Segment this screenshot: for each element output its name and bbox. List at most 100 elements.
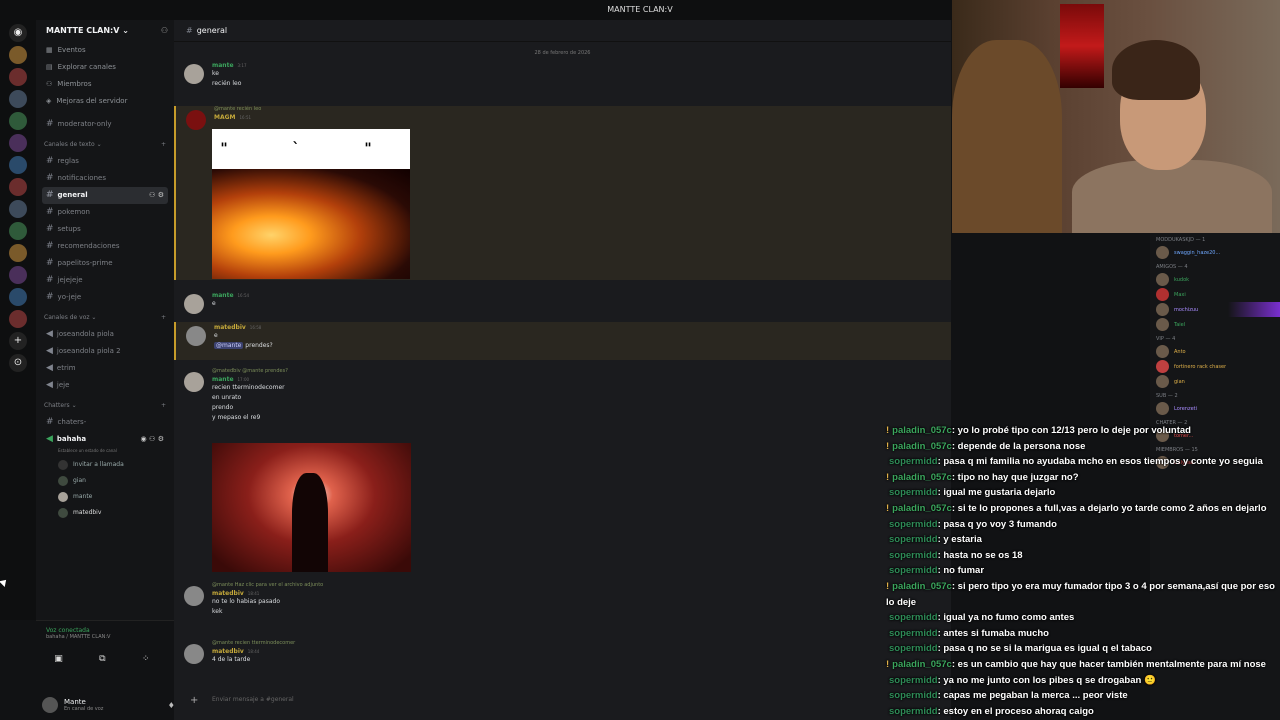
member-item[interactable]: mochizuu bbox=[1150, 302, 1280, 317]
image-attachment[interactable] bbox=[212, 443, 411, 572]
fire-image bbox=[212, 169, 410, 279]
attach-plus-icon[interactable]: + bbox=[190, 695, 198, 706]
member-item[interactable]: Taiel bbox=[1150, 317, 1280, 332]
invite-icon[interactable]: ⚇ bbox=[161, 20, 168, 42]
add-channel-icon[interactable]: + bbox=[161, 310, 166, 326]
voice-channel-etrim[interactable]: ◀ etrim bbox=[42, 360, 168, 377]
channel-yo-jeje[interactable]: # yo-jeje bbox=[42, 289, 168, 306]
channel-moderator-only[interactable]: # moderator-only bbox=[42, 116, 168, 133]
member-item[interactable]: Lorenzeti bbox=[1150, 401, 1280, 416]
user-mention[interactable]: @mante bbox=[214, 342, 244, 349]
message[interactable]: matedbiv 16:58 e @mante prendes? bbox=[174, 322, 951, 360]
screen-share-icon[interactable]: ⧉ bbox=[99, 654, 105, 664]
voice-channel-bahaha[interactable]: ◀ bahaha ◉ ⚇ ⚙ bbox=[42, 431, 168, 448]
message-author[interactable]: mante bbox=[212, 62, 234, 69]
message-input[interactable]: Enviar mensaje a #general bbox=[184, 688, 941, 712]
category-text[interactable]: Canales de texto ⌄ + bbox=[36, 137, 174, 153]
message-author[interactable]: mante bbox=[212, 292, 234, 299]
server-icon[interactable] bbox=[9, 156, 27, 174]
message[interactable]: mante 16:54 e bbox=[174, 290, 951, 314]
avatar bbox=[1156, 318, 1169, 331]
voice-user-gian[interactable]: gian bbox=[58, 473, 168, 489]
hash-icon: # bbox=[46, 119, 54, 129]
invite-to-call[interactable]: Invitar a llamada bbox=[58, 457, 168, 473]
message[interactable]: @matedbiv @mante prendes? mante 17:00 rec… bbox=[174, 368, 951, 423]
add-server-icon[interactable]: + bbox=[9, 332, 27, 350]
avatar[interactable] bbox=[186, 110, 206, 130]
member-item[interactable]: kudok bbox=[1150, 272, 1280, 287]
server-icon[interactable] bbox=[9, 90, 27, 108]
member-item[interactable]: gian bbox=[1150, 374, 1280, 389]
server-icon[interactable] bbox=[9, 112, 27, 130]
server-name-header[interactable]: MANTTE CLAN:V ⌄ ⚇ bbox=[36, 20, 174, 42]
sidebar-item-explorar[interactable]: ▤ Explorar canales bbox=[36, 59, 174, 76]
server-icon[interactable] bbox=[9, 244, 27, 262]
avatar[interactable] bbox=[184, 644, 204, 664]
chat-username: sopermidd bbox=[889, 518, 938, 530]
avatar[interactable] bbox=[184, 64, 204, 84]
sidebar-item-miembros[interactable]: ⚇ Miembros bbox=[36, 76, 174, 93]
server-icon[interactable] bbox=[9, 222, 27, 240]
voice-channel-settings-icon[interactable]: ◉ ⚇ ⚙ bbox=[140, 431, 164, 448]
avatar[interactable] bbox=[184, 294, 204, 314]
member-item[interactable]: fortinero rack chaser bbox=[1150, 359, 1280, 374]
message-author[interactable]: matedbiv bbox=[212, 590, 244, 597]
avatar bbox=[1156, 303, 1169, 316]
channel-recomendaciones[interactable]: # recomendaciones bbox=[42, 238, 168, 255]
message[interactable]: @mante Haz clic para ver el archivo adju… bbox=[174, 582, 951, 617]
avatar[interactable] bbox=[186, 326, 206, 346]
invite-icon bbox=[58, 460, 68, 470]
member-item[interactable]: swaggin_haze20... bbox=[1150, 245, 1280, 260]
chat-message-text: antes si fumaba mucho bbox=[943, 627, 1049, 639]
chat-message-text: pasa q no se si la marigua es igual q el… bbox=[943, 643, 1152, 655]
server-icon[interactable] bbox=[9, 178, 27, 196]
add-channel-icon[interactable]: + bbox=[161, 398, 166, 414]
channel-general[interactable]: # general ⚇ ⚙ bbox=[42, 187, 168, 204]
member-item[interactable]: Anto bbox=[1150, 344, 1280, 359]
voice-user-matedbiv[interactable]: matedbiv bbox=[58, 505, 168, 521]
server-icon[interactable] bbox=[9, 288, 27, 306]
message-author[interactable]: MAGM bbox=[214, 114, 236, 121]
message[interactable]: mante 3:17 ke recién leo bbox=[174, 60, 951, 89]
channel-papelitos-prime[interactable]: # papelitos-prime bbox=[42, 255, 168, 272]
message-author[interactable]: matedbiv bbox=[214, 324, 246, 331]
category-chatters[interactable]: Chatters ⌄ + bbox=[36, 398, 174, 414]
camera-icon[interactable]: ▣ bbox=[54, 654, 63, 664]
add-channel-icon[interactable]: + bbox=[161, 137, 166, 153]
message-author[interactable]: matedbiv bbox=[212, 648, 244, 655]
server-icon[interactable] bbox=[9, 46, 27, 64]
member-category: MODDUKASKJD — 1 bbox=[1156, 237, 1206, 243]
avatar[interactable] bbox=[184, 372, 204, 392]
category-voice[interactable]: Canales de voz ⌄ + bbox=[36, 310, 174, 326]
server-icon[interactable] bbox=[9, 200, 27, 218]
server-icon[interactable] bbox=[9, 134, 27, 152]
discord-home-icon[interactable]: ◉ bbox=[9, 24, 27, 42]
server-icon[interactable] bbox=[9, 266, 27, 284]
sidebar-item-eventos[interactable]: ▦ Eventos bbox=[36, 42, 174, 59]
message-author[interactable]: mante bbox=[212, 376, 234, 383]
discover-icon[interactable]: ⊙ bbox=[9, 354, 27, 372]
voice-channel-joseandola-2[interactable]: ◀ joseandola piola 2 bbox=[42, 343, 168, 360]
member-item[interactable]: Maxi bbox=[1150, 287, 1280, 302]
message[interactable]: @mante recien tterminodecomer matedbiv 18… bbox=[174, 640, 951, 665]
chat-badge-icon: ! bbox=[886, 425, 890, 436]
voice-user-mante[interactable]: mante bbox=[58, 489, 168, 505]
avatar[interactable] bbox=[184, 586, 204, 606]
voice-channel-jeje[interactable]: ◀ jeje bbox=[42, 377, 168, 394]
gif-attachment[interactable]: " ` " bbox=[212, 129, 410, 279]
channel-pokemon[interactable]: # pokemon bbox=[42, 204, 168, 221]
channel-setups[interactable]: # setups bbox=[42, 221, 168, 238]
channel-chaters[interactable]: # chaters- bbox=[42, 414, 168, 431]
server-icon[interactable] bbox=[9, 68, 27, 86]
channel-jejejeje[interactable]: # jejejeje bbox=[42, 272, 168, 289]
avatar bbox=[1156, 345, 1169, 358]
sidebar-item-mejoras[interactable]: ◈ Mejoras del servidor bbox=[36, 93, 174, 110]
channel-notificaciones[interactable]: # notificaciones bbox=[42, 170, 168, 187]
channel-settings-icon[interactable]: ⚇ ⚙ bbox=[149, 187, 164, 204]
server-icon[interactable] bbox=[9, 310, 27, 328]
avatar[interactable] bbox=[42, 697, 58, 713]
voice-channel-status[interactable]: Establece un estado de canal bbox=[36, 448, 174, 457]
channel-reglas[interactable]: # reglas bbox=[42, 153, 168, 170]
voice-channel-joseandola[interactable]: ◀ joseandola piola bbox=[42, 326, 168, 343]
activities-icon[interactable]: ⁘ bbox=[142, 654, 150, 664]
